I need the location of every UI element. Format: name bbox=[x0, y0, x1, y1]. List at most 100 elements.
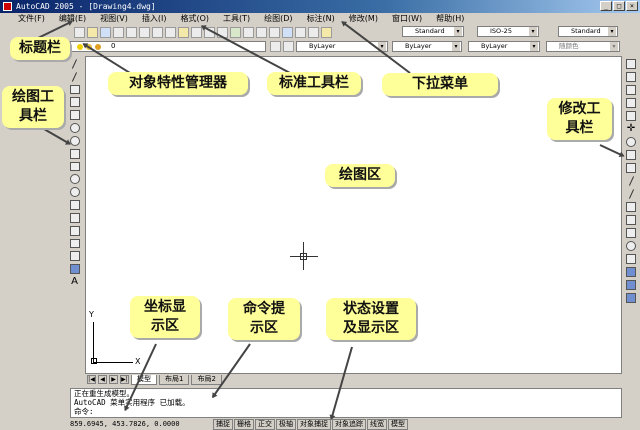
ucs-x-axis bbox=[93, 362, 133, 363]
new-file-icon[interactable] bbox=[74, 26, 85, 38]
extend-icon[interactable] bbox=[628, 189, 634, 199]
line-icon[interactable] bbox=[71, 59, 78, 69]
move-icon[interactable]: ✛ bbox=[627, 124, 635, 134]
revision-cloud-icon[interactable] bbox=[69, 148, 80, 159]
spline-icon[interactable] bbox=[69, 161, 80, 172]
draw-toolbar: A bbox=[67, 57, 82, 287]
minimize-button[interactable]: _ bbox=[600, 1, 612, 11]
maximize-button[interactable]: □ bbox=[613, 1, 625, 11]
tab-layout1[interactable]: 布局1 bbox=[159, 374, 190, 385]
multiline-text-icon[interactable]: A bbox=[71, 276, 78, 287]
paste-icon[interactable] bbox=[178, 26, 189, 38]
fillet-icon[interactable] bbox=[626, 241, 636, 251]
menu-draw[interactable]: 绘图(D) bbox=[264, 13, 292, 25]
linetype-control-combo[interactable]: ByLayer bbox=[392, 41, 462, 52]
menu-dimension[interactable]: 标注(N) bbox=[307, 13, 335, 25]
plot-style-combo[interactable]: 随颜色 bbox=[546, 41, 620, 52]
stretch-icon[interactable] bbox=[626, 163, 636, 173]
tool-palettes-icon[interactable] bbox=[308, 26, 319, 38]
lineweight-control-combo[interactable]: ByLayer bbox=[468, 41, 540, 52]
menu-tools[interactable]: 工具(T) bbox=[223, 13, 250, 25]
layer-previous-icon[interactable] bbox=[283, 41, 294, 52]
break-icon[interactable] bbox=[626, 215, 636, 225]
insert-block-icon[interactable] bbox=[69, 200, 80, 210]
model-space-toggle[interactable]: 模型 bbox=[388, 419, 408, 430]
ellipse-arc-icon[interactable] bbox=[69, 187, 80, 198]
menu-modify[interactable]: 修改(M) bbox=[349, 13, 378, 25]
polar-toggle[interactable]: 极轴 bbox=[276, 419, 296, 430]
region-icon[interactable] bbox=[69, 251, 80, 262]
make-block-icon[interactable] bbox=[69, 212, 80, 223]
grid-toggle[interactable]: 栅格 bbox=[234, 419, 254, 430]
ortho-toggle[interactable]: 正交 bbox=[255, 419, 275, 430]
menu-format[interactable]: 格式(O) bbox=[180, 13, 209, 25]
print-preview-icon[interactable] bbox=[126, 26, 137, 38]
copy-icon[interactable] bbox=[165, 26, 176, 38]
offset-icon[interactable] bbox=[626, 98, 636, 108]
otrack-toggle[interactable]: 对象追踪 bbox=[332, 419, 366, 430]
polygon-icon[interactable] bbox=[69, 97, 80, 108]
zoom-window-icon[interactable] bbox=[256, 26, 267, 38]
design-center-icon[interactable] bbox=[295, 26, 306, 38]
ellipse-icon[interactable] bbox=[69, 174, 80, 185]
zoom-previous-icon[interactable] bbox=[269, 26, 280, 38]
snap-toggle[interactable]: 捕捉 bbox=[213, 419, 233, 430]
construction-line-icon[interactable] bbox=[71, 72, 78, 82]
scale-icon[interactable] bbox=[626, 150, 636, 160]
cut-icon[interactable] bbox=[152, 26, 163, 38]
menu-view[interactable]: 视图(V) bbox=[100, 13, 128, 25]
text-style-combo[interactable]: Standard bbox=[402, 26, 464, 37]
break-at-point-icon[interactable] bbox=[626, 202, 636, 212]
tab-layout2[interactable]: 布局2 bbox=[191, 374, 222, 385]
chamfer-icon[interactable] bbox=[626, 228, 636, 238]
dim-style-combo[interactable]: ISO-25 bbox=[477, 26, 539, 37]
modify-toolbar: ✛ bbox=[624, 57, 638, 327]
print-icon[interactable] bbox=[113, 26, 124, 38]
arc-icon[interactable] bbox=[69, 123, 80, 133]
command-prompt[interactable]: 命令: bbox=[74, 407, 621, 416]
trim-icon[interactable] bbox=[628, 176, 634, 186]
make-current-layer-icon[interactable] bbox=[270, 41, 281, 52]
ucs-y-axis bbox=[93, 322, 94, 363]
send-back-icon[interactable] bbox=[626, 293, 636, 303]
menu-file[interactable]: 文件(F) bbox=[18, 13, 45, 25]
open-file-icon[interactable] bbox=[87, 26, 98, 38]
menu-insert[interactable]: 插入(I) bbox=[142, 13, 167, 25]
rectangle-icon[interactable] bbox=[69, 110, 80, 121]
tab-last-button[interactable]: ▶| bbox=[120, 375, 129, 384]
copy-object-icon[interactable] bbox=[626, 72, 636, 82]
zoom-realtime-icon[interactable] bbox=[243, 26, 254, 38]
menu-help[interactable]: 帮助(H) bbox=[436, 13, 464, 25]
menu-window[interactable]: 窗口(W) bbox=[392, 13, 422, 25]
object-props-callout: 对象特性管理器 bbox=[108, 72, 248, 95]
command-window[interactable]: 正在重生成模型。 AutoCAD 菜单实用程序 已加载。 命令: bbox=[70, 388, 622, 418]
bring-front-icon[interactable] bbox=[626, 280, 636, 290]
hatch-icon[interactable] bbox=[69, 238, 80, 249]
table-style-combo[interactable]: Standard bbox=[558, 26, 618, 37]
pan-icon[interactable] bbox=[230, 26, 241, 38]
point-icon[interactable] bbox=[69, 225, 80, 236]
lineweight-toggle[interactable]: 线宽 bbox=[367, 419, 387, 430]
tab-model[interactable]: 模型 bbox=[131, 374, 157, 385]
table-icon[interactable] bbox=[69, 264, 80, 274]
tab-first-button[interactable]: |◀ bbox=[87, 375, 96, 384]
tab-next-button[interactable]: ▶ bbox=[109, 375, 118, 384]
properties-icon[interactable] bbox=[282, 26, 293, 38]
save-icon[interactable] bbox=[100, 26, 111, 38]
help-icon[interactable] bbox=[321, 26, 332, 38]
publish-icon[interactable] bbox=[139, 26, 150, 38]
draw-order-icon[interactable] bbox=[626, 267, 636, 277]
rotate-icon[interactable] bbox=[626, 137, 636, 147]
coordinate-display[interactable]: 859.6945, 453.7826, 0.0000 bbox=[70, 419, 180, 430]
mirror-icon[interactable] bbox=[626, 85, 636, 95]
polyline-icon[interactable] bbox=[69, 84, 80, 95]
crosshair-pickbox bbox=[300, 253, 307, 260]
erase-icon[interactable] bbox=[626, 59, 636, 69]
explode-icon[interactable] bbox=[626, 254, 636, 264]
tab-prev-button[interactable]: ◀ bbox=[98, 375, 107, 384]
autocad-app-icon[interactable] bbox=[3, 2, 12, 11]
title-bar-callout: 标题栏 bbox=[10, 37, 70, 60]
close-button[interactable]: × bbox=[626, 1, 638, 11]
array-icon[interactable] bbox=[626, 111, 636, 121]
osnap-toggle[interactable]: 对象捕捉 bbox=[297, 419, 331, 430]
